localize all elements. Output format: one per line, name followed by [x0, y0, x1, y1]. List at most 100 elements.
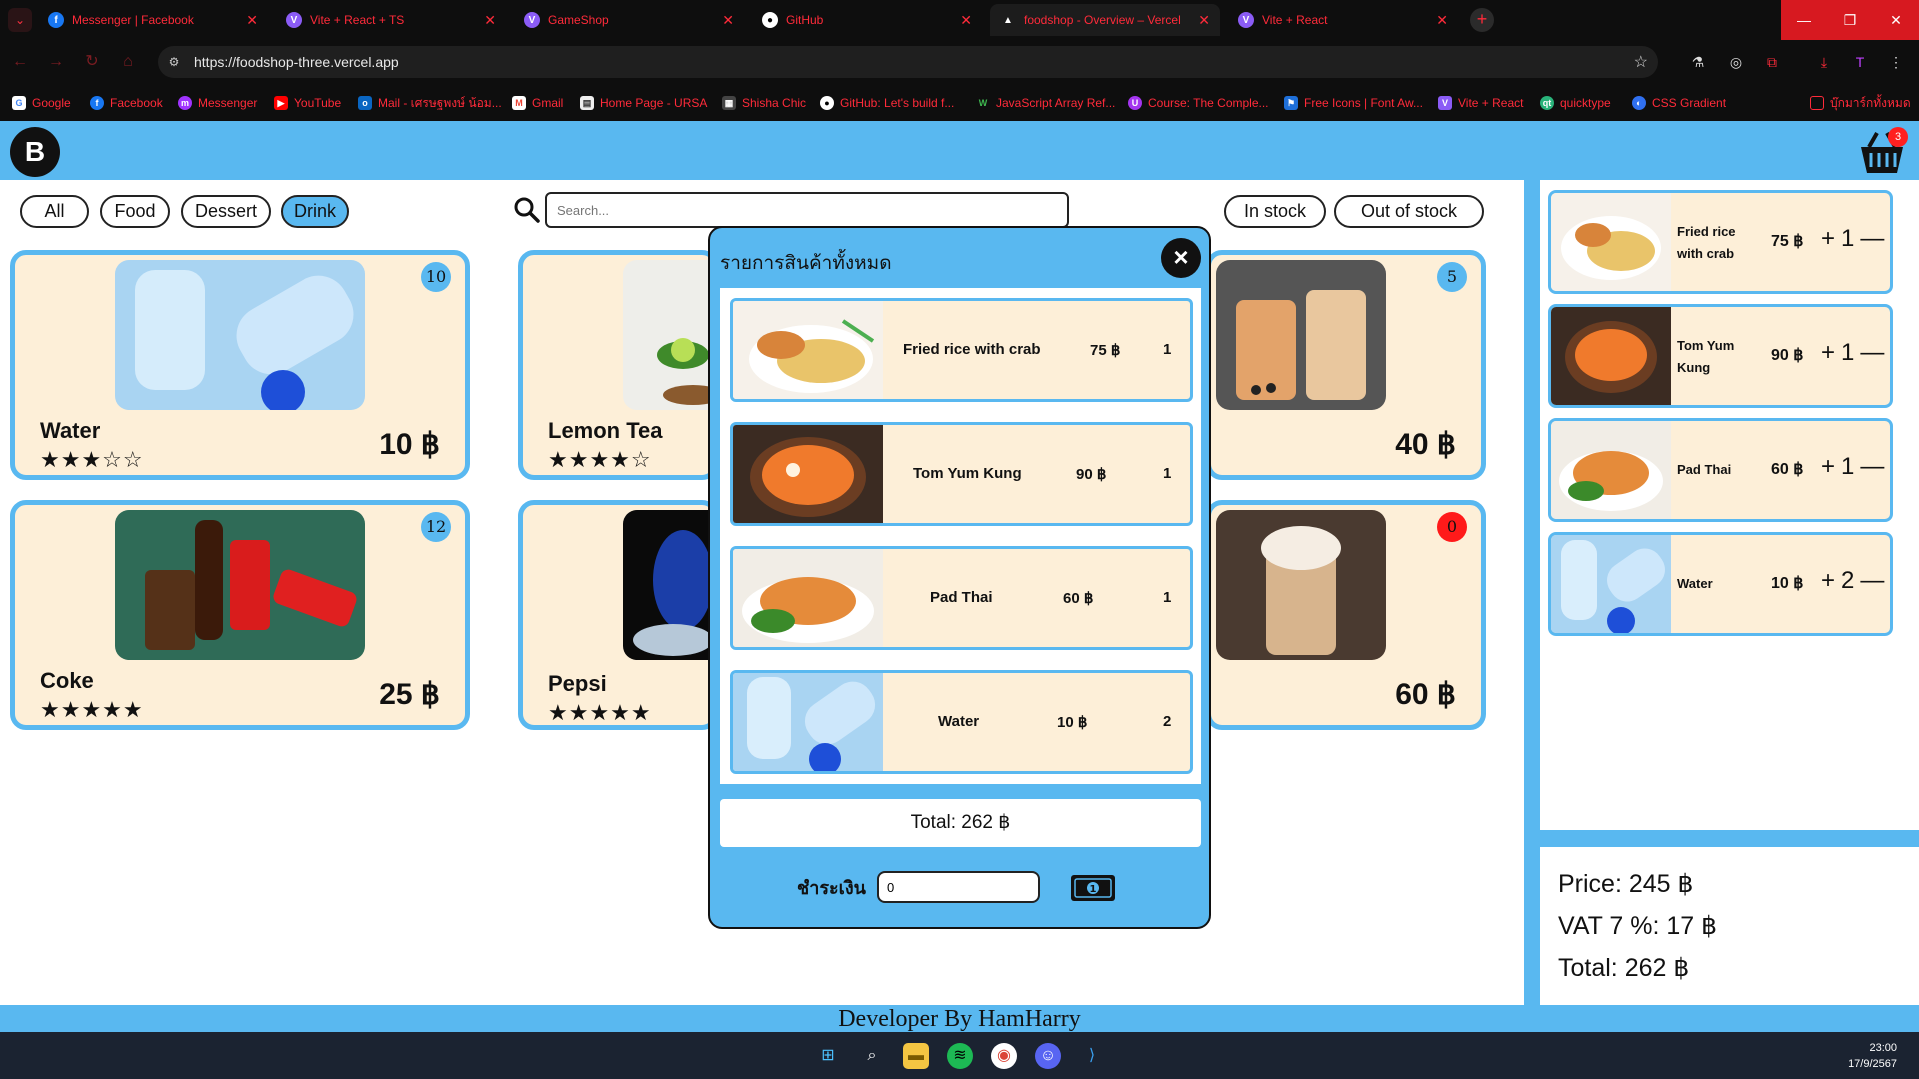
cart-item-price: 90 ฿	[1076, 466, 1107, 483]
tab-vercel[interactable]: ▲ foodshop - Overview – Vercel ✕	[990, 4, 1220, 36]
close-tab-icon[interactable]: ✕	[960, 12, 972, 29]
chrome-icon[interactable]: ◉	[991, 1043, 1017, 1069]
decrease-qty-button[interactable]: —	[1860, 567, 1884, 595]
menu-kebab-icon[interactable]: ⋮	[1886, 52, 1906, 72]
product-card-water[interactable]: 10 Water ★★★☆☆ 10 ฿	[10, 250, 470, 480]
product-card-lemon-tea[interactable]: Lemon Tea ★★★★☆	[518, 250, 718, 480]
filter-drink-button[interactable]: Drink	[281, 195, 349, 228]
tab-vite-react-ts[interactable]: V Vite + React + TS ✕	[276, 4, 506, 36]
bookmark-quicktype[interactable]: qt quicktype	[1540, 92, 1611, 114]
close-tab-icon[interactable]: ✕	[1198, 12, 1210, 29]
tab-github[interactable]: ● GitHub ✕	[752, 4, 982, 36]
cart-item-qty: 2	[1163, 713, 1172, 730]
bookmark-js-array[interactable]: W JavaScript Array Ref...	[976, 92, 1116, 114]
extensions-puzzle-icon[interactable]: ⧉	[1762, 52, 1782, 72]
tab-search-icon[interactable]: ⌄	[8, 8, 32, 32]
tab-messenger[interactable]: f Messenger | Facebook ✕	[38, 4, 268, 36]
modal-title: รายการสินค้าทั้งหมด	[720, 253, 892, 274]
payment-amount-input[interactable]	[877, 871, 1040, 903]
product-card-pepsi[interactable]: Pepsi ★★★★★	[518, 500, 718, 730]
product-image	[115, 260, 365, 410]
grand-total: Total: 262 ฿	[1558, 954, 1690, 982]
filter-food-button[interactable]: Food	[100, 195, 170, 228]
cart-item-price: 90 ฿	[1771, 347, 1804, 364]
reload-icon[interactable]: ↻	[80, 50, 104, 74]
search-input[interactable]	[545, 192, 1069, 228]
cart-item-image	[733, 425, 883, 523]
cart-item-image	[733, 549, 883, 647]
close-tab-icon[interactable]: ✕	[1436, 12, 1448, 29]
product-card-iced-coffee[interactable]: 0 60 ฿	[1206, 500, 1486, 730]
decrease-qty-button[interactable]: —	[1860, 339, 1884, 367]
messenger-icon: m	[178, 96, 192, 110]
decrease-qty-button[interactable]: —	[1860, 225, 1884, 253]
file-explorer-icon[interactable]: ▬	[903, 1043, 929, 1069]
cart-item-image	[1551, 535, 1671, 633]
site-info-icon[interactable]: ⚙	[166, 54, 182, 70]
close-window-button[interactable]: ✕	[1873, 0, 1919, 40]
bookmark-google[interactable]: G Google	[12, 92, 71, 114]
profile-icon[interactable]: T	[1850, 52, 1870, 72]
bookmark-course[interactable]: U Course: The Comple...	[1128, 92, 1269, 114]
extension-icon[interactable]: ⚗	[1688, 52, 1708, 72]
discord-icon[interactable]: ☺	[1035, 1043, 1061, 1069]
taskbar-search-icon[interactable]: ⌕	[859, 1043, 885, 1069]
system-clock[interactable]: 23:00 17/9/2567	[1848, 1040, 1897, 1072]
modal-total: Total: 262 ฿	[720, 799, 1201, 847]
restore-button[interactable]: ❐	[1827, 0, 1873, 40]
tab-gameshop[interactable]: V GameShop ✕	[514, 4, 744, 36]
out-of-stock-button[interactable]: Out of stock	[1334, 195, 1484, 228]
close-modal-button[interactable]: ×	[1161, 238, 1201, 278]
back-icon[interactable]: ←	[8, 50, 32, 74]
bookmark-vite-react[interactable]: V Vite + React	[1438, 92, 1523, 114]
bookmark-shisha[interactable]: ▦ Shisha Chic	[722, 92, 806, 114]
bookmark-github[interactable]: ● GitHub: Let's build f...	[820, 92, 954, 114]
tab-vite-react[interactable]: V Vite + React ✕	[1228, 4, 1458, 36]
cart-item-image	[1551, 307, 1671, 405]
all-bookmarks[interactable]: บุ๊กมาร์กทั้งหมด	[1810, 92, 1911, 114]
decrease-qty-button[interactable]: —	[1860, 453, 1884, 481]
bookmark-ursa[interactable]: ▤ Home Page - URSA	[580, 92, 707, 114]
increase-qty-button[interactable]: +	[1821, 453, 1835, 481]
pay-cash-button[interactable]: 1	[1070, 873, 1116, 903]
download-icon[interactable]: ⤓	[1814, 52, 1834, 72]
bookmark-youtube[interactable]: ▶ YouTube	[274, 92, 341, 114]
extension-icon[interactable]: ◎	[1726, 52, 1746, 72]
increase-qty-button[interactable]: +	[1821, 567, 1835, 595]
product-card-coke[interactable]: 12 Coke ★★★★★ 25 ฿	[10, 500, 470, 730]
vscode-icon[interactable]: ⟩	[1079, 1043, 1105, 1069]
filter-dessert-button[interactable]: Dessert	[181, 195, 271, 228]
bookmark-free-icons[interactable]: ⚑ Free Icons | Font Aw...	[1284, 92, 1423, 114]
subtotal-price: Price: 245 ฿	[1558, 870, 1694, 898]
cart-modal: รายการสินค้าทั้งหมด × Fried rice with cr…	[708, 226, 1211, 929]
product-card-bubble-tea[interactable]: 5 40 ฿	[1206, 250, 1486, 480]
shop-logo[interactable]: B	[10, 127, 60, 177]
facebook-icon: f	[90, 96, 104, 110]
modal-cart-item: Tom Yum Kung 90 ฿ 1	[730, 422, 1193, 526]
in-stock-button[interactable]: In stock	[1224, 195, 1326, 228]
home-icon[interactable]: ⌂	[116, 50, 140, 74]
minimize-button[interactable]: —	[1781, 0, 1827, 40]
bookmark-messenger[interactable]: m Messenger	[178, 92, 257, 114]
bookmark-mail[interactable]: o Mail - เศรษฐพงษ์ น้อม...	[358, 92, 502, 114]
new-tab-button[interactable]: +	[1470, 8, 1494, 32]
cart-item-qty: 1	[1163, 589, 1172, 606]
bookmark-star-icon[interactable]: ☆	[1634, 52, 1648, 72]
gmail-icon: M	[512, 96, 526, 110]
spotify-icon[interactable]: ≋	[947, 1043, 973, 1069]
bookmark-gmail[interactable]: M Gmail	[512, 92, 563, 114]
increase-qty-button[interactable]: +	[1821, 339, 1835, 367]
search-icon	[514, 197, 540, 223]
increase-qty-button[interactable]: +	[1821, 225, 1835, 253]
bookmark-facebook[interactable]: f Facebook	[90, 92, 163, 114]
url-field[interactable]: ⚙ https://foodshop-three.vercel.app ☆	[158, 46, 1658, 78]
windows-start-icon[interactable]: ⊞	[815, 1043, 841, 1069]
filter-all-button[interactable]: All	[20, 195, 89, 228]
forward-icon[interactable]: →	[44, 50, 68, 74]
product-image	[115, 510, 365, 660]
cart-item-name: Tom Yum Kung	[913, 465, 1022, 482]
bookmark-css-gradient[interactable]: ◐ CSS Gradient	[1632, 92, 1726, 114]
close-tab-icon[interactable]: ✕	[484, 12, 496, 29]
close-tab-icon[interactable]: ✕	[246, 12, 258, 29]
close-tab-icon[interactable]: ✕	[722, 12, 734, 29]
